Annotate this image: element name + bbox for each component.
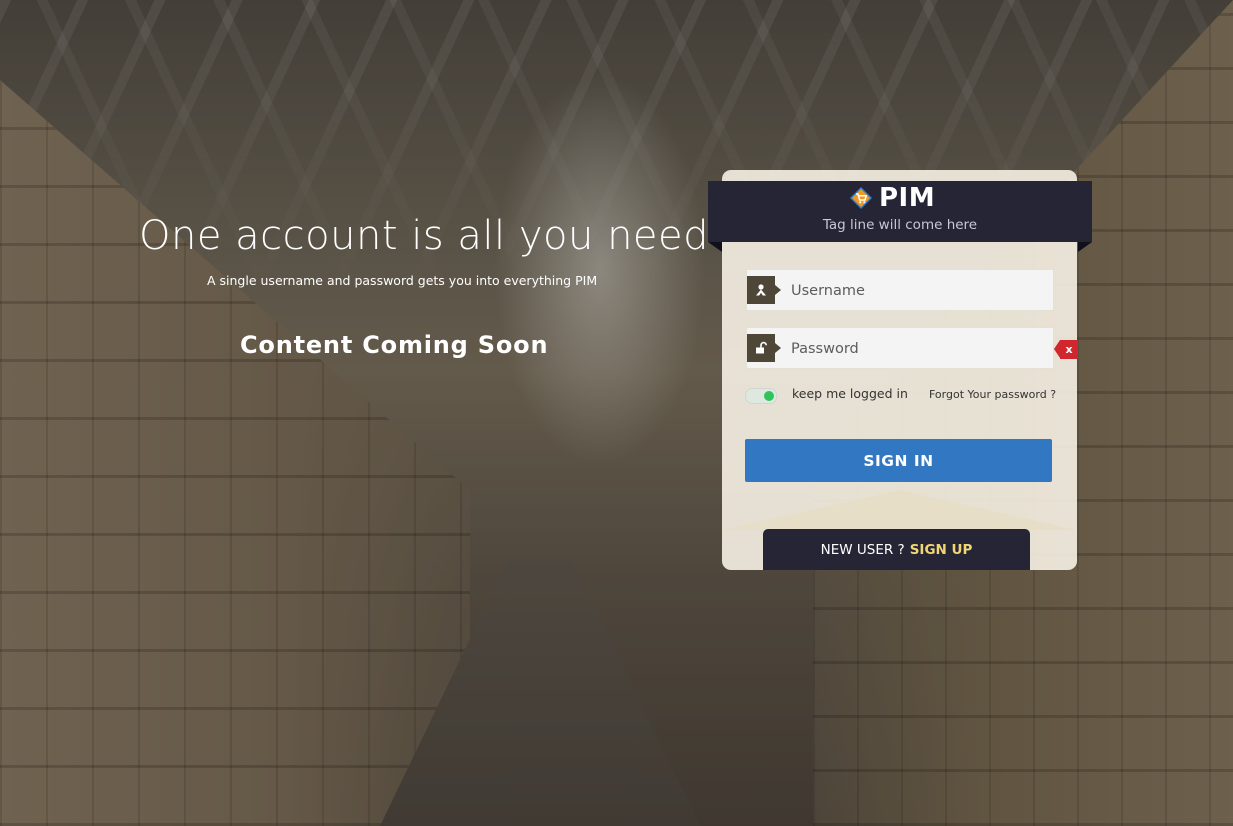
brand-tagline: Tag line will come here xyxy=(822,217,978,233)
remember-me-label: keep me logged in xyxy=(792,386,908,401)
brand-logo: PIM xyxy=(849,183,935,213)
hero-headline: One account is all you need xyxy=(139,213,710,259)
sign-in-button[interactable]: SIGN IN xyxy=(745,439,1052,482)
lock-icon xyxy=(747,334,781,362)
username-field[interactable] xyxy=(746,269,1054,312)
shopping-cart-diamond-icon xyxy=(849,186,873,210)
brand-name: PIM xyxy=(879,183,936,213)
password-error-icon: x xyxy=(1054,340,1078,359)
toggle-knob xyxy=(764,391,774,401)
remember-me-toggle[interactable] xyxy=(745,388,777,404)
sign-up-link[interactable]: SIGN UP xyxy=(910,542,973,558)
password-input[interactable] xyxy=(789,328,1048,370)
username-input[interactable] xyxy=(789,270,1048,312)
forgot-password-link[interactable]: Forgot Your password ? xyxy=(929,388,1056,401)
hero-subline: A single username and password gets you … xyxy=(207,273,598,288)
signup-bar: NEW USER ? SIGN UP xyxy=(763,529,1030,570)
new-user-prompt: NEW USER ? xyxy=(820,541,905,558)
banner-fold-left xyxy=(708,242,722,252)
banner-fold-right xyxy=(1078,242,1092,252)
user-icon xyxy=(747,276,781,304)
password-field[interactable] xyxy=(746,327,1054,370)
content-coming-soon: Content Coming Soon xyxy=(240,331,549,359)
